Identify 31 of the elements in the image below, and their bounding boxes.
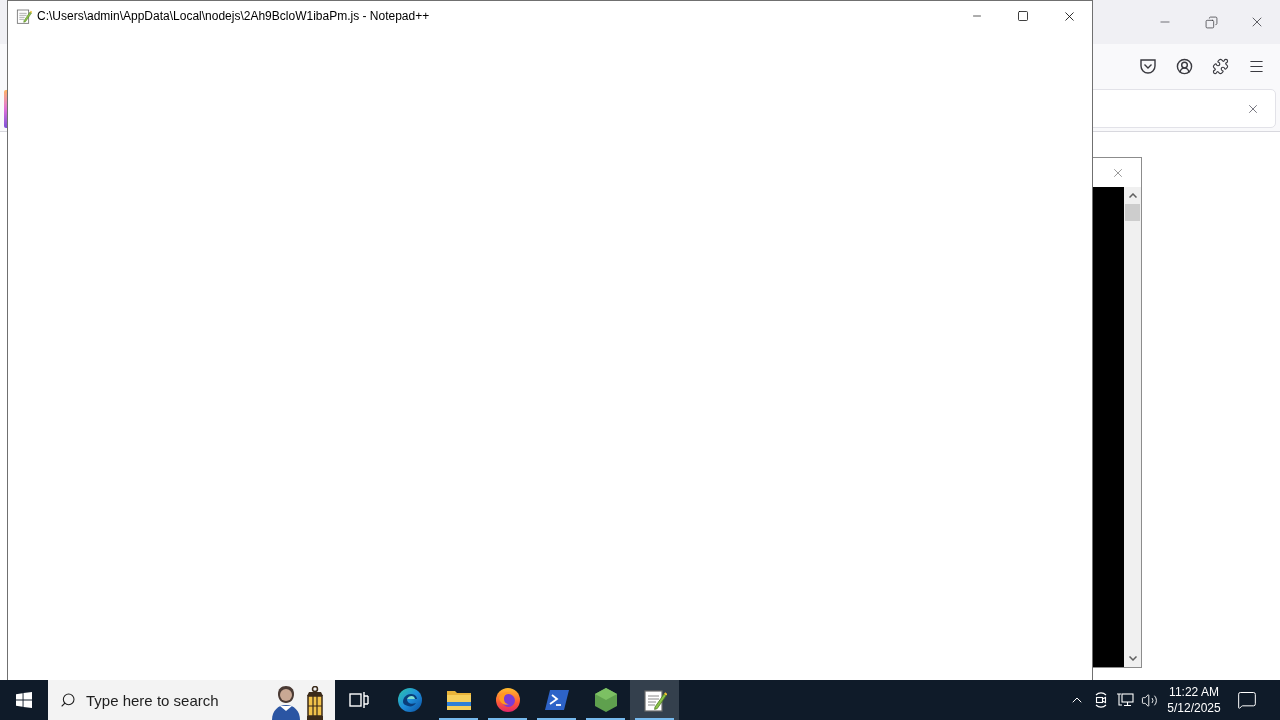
- scrollbar-thumb[interactable]: [1125, 204, 1140, 221]
- pocket-icon: [1140, 58, 1156, 74]
- task-view-icon: [349, 691, 369, 709]
- lantern-icon: [305, 686, 325, 720]
- scrollbar[interactable]: [1124, 187, 1141, 667]
- taskbar-app-button[interactable]: [630, 680, 679, 720]
- colored-strip: [4, 90, 7, 128]
- restore-icon: [1204, 15, 1218, 29]
- search-icon: [60, 692, 76, 708]
- search-field[interactable]: Type here to search: [48, 680, 335, 720]
- network-icon: [1116, 692, 1134, 708]
- clock-date[interactable]: 5/12/2025: [1167, 700, 1221, 716]
- window-title: C:\Users\admin\AppData\Local\nodejs\2Ah9BcloW1ibaPm.js - Notepad++: [37, 8, 430, 25]
- video-camera-icon: [1093, 692, 1109, 708]
- swirl-icon: [397, 688, 422, 712]
- puzzle-icon: [1211, 57, 1229, 75]
- account-icon: [1175, 57, 1193, 75]
- notepad-icon: [642, 688, 667, 712]
- volume-icon: [1140, 691, 1158, 709]
- maximize-icon: [1017, 10, 1029, 22]
- windows-logo-icon: [16, 692, 32, 708]
- fox-globe-icon: [495, 688, 520, 712]
- person-silhouette-icon: [272, 684, 300, 720]
- clock-time[interactable]: 11:22 AM: [1169, 684, 1219, 700]
- chevron-up-icon: [1128, 193, 1137, 198]
- chevron-down-icon: [1128, 656, 1137, 661]
- folder-icon: [446, 690, 471, 710]
- terminal-icon: [544, 690, 569, 710]
- hexagon-icon: [594, 688, 617, 712]
- notepad-icon: [16, 8, 32, 24]
- notification-icon: [1237, 690, 1257, 710]
